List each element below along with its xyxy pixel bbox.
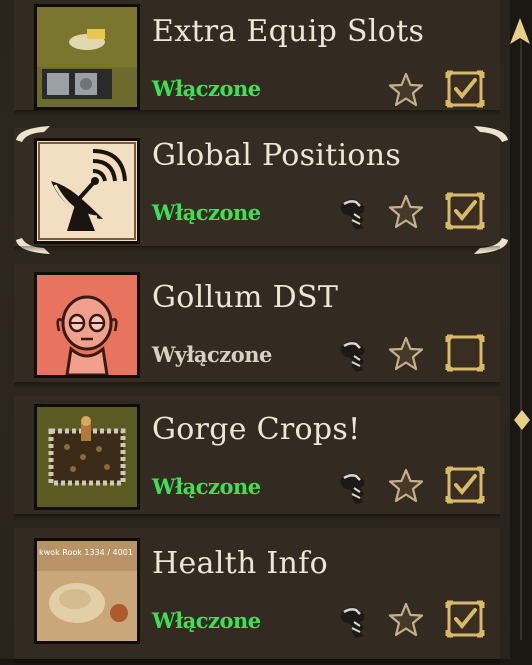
mod-row-health-info[interactable]: kwok Rook 1334 / 4001 Health Info Włączo… bbox=[14, 528, 500, 665]
mod-title: Gollum DST bbox=[152, 280, 339, 315]
server-mod-bolt-icon bbox=[340, 473, 365, 504]
favorite-star-icon[interactable] bbox=[386, 334, 426, 374]
favorite-star-icon[interactable] bbox=[386, 70, 426, 110]
mod-status: Wyłączone bbox=[152, 342, 272, 367]
mod-list-panel: Extra Equip Slots Włączone Global Positi… bbox=[0, 0, 510, 665]
favorite-star-icon[interactable] bbox=[386, 192, 426, 232]
health-readout-text: kwok Rook 1334 / 4001 bbox=[39, 548, 133, 557]
mod-row-extra-equip-slots[interactable]: Extra Equip Slots Włączone bbox=[14, 0, 500, 116]
mod-thumbnail-global-positions bbox=[34, 138, 140, 244]
enable-checkbox-checked[interactable] bbox=[444, 598, 486, 640]
mod-row-gorge-crops[interactable]: Gorge Crops! Włączone bbox=[14, 396, 500, 520]
mod-row-global-positions[interactable]: Global Positions Włączone bbox=[14, 126, 508, 254]
mod-thumbnail-extra-equip-slots bbox=[34, 4, 140, 110]
mod-row-gollum-dst[interactable]: Gollum DST Wyłączone bbox=[14, 264, 500, 388]
favorite-star-icon[interactable] bbox=[386, 466, 426, 506]
enable-checkbox-unchecked[interactable] bbox=[444, 332, 486, 374]
mod-status: Włączone bbox=[152, 76, 261, 101]
mod-title: Gorge Crops! bbox=[152, 412, 361, 447]
scrollbar-track[interactable] bbox=[520, 40, 522, 640]
mod-title: Extra Equip Slots bbox=[152, 14, 425, 49]
server-mod-bolt-icon bbox=[340, 341, 365, 372]
enable-checkbox-checked[interactable] bbox=[444, 190, 486, 232]
mod-thumbnail-gorge-crops bbox=[34, 404, 140, 510]
server-mod-bolt-icon bbox=[340, 607, 365, 638]
mod-title: Health Info bbox=[152, 546, 328, 581]
enable-checkbox-checked[interactable] bbox=[444, 464, 486, 506]
mod-status: Włączone bbox=[152, 474, 261, 499]
favorite-star-icon[interactable] bbox=[386, 600, 426, 640]
mod-thumbnail-health-info: kwok Rook 1334 / 4001 bbox=[34, 538, 140, 644]
mod-status: Włączone bbox=[152, 608, 261, 633]
selection-corner-bottom-right-icon bbox=[474, 238, 508, 254]
mod-status: Włączone bbox=[152, 200, 261, 225]
selection-corner-top-right-icon bbox=[474, 126, 508, 142]
mod-title: Global Positions bbox=[152, 138, 402, 173]
scrollbar-thumb[interactable] bbox=[512, 408, 532, 432]
enable-checkbox-checked[interactable] bbox=[444, 68, 486, 110]
scroll-up-arrow-icon[interactable] bbox=[508, 16, 532, 46]
server-mod-bolt-icon bbox=[340, 199, 365, 230]
mod-thumbnail-gollum-dst bbox=[34, 272, 140, 378]
